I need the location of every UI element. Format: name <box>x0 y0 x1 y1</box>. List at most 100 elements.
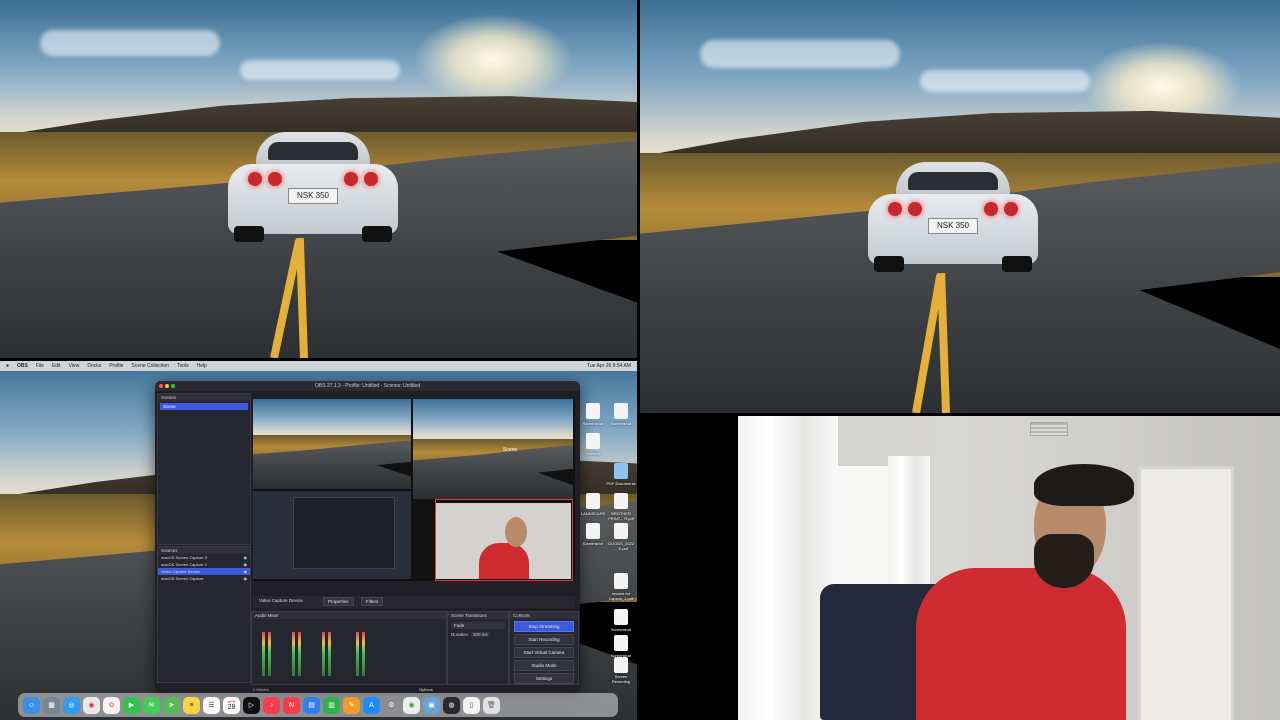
trash-icon[interactable]: 🗑 <box>483 696 500 714</box>
studio-mode-button[interactable]: Studio Mode <box>514 660 574 671</box>
menu-item-scene-collection[interactable]: Scene Collection <box>131 363 169 369</box>
chrome-icon[interactable]: ◉ <box>83 696 100 714</box>
desktop-icon-label: PDF Documents <box>606 481 636 486</box>
preview-source-2[interactable] <box>413 399 573 499</box>
desktop-icon-label: GOODS_2022 ... E.pdf <box>607 541 634 551</box>
scene-list-item[interactable]: Scene <box>160 403 248 410</box>
preview-source-3[interactable] <box>253 491 411 579</box>
file-icon[interactable] <box>586 493 600 509</box>
menu-item-view[interactable]: View <box>69 363 80 369</box>
source-item[interactable]: macOS Screen Capture 3 ◉ <box>158 554 250 561</box>
messages-icon[interactable]: ✉ <box>143 696 160 714</box>
appletv-icon[interactable]: ▷ <box>243 696 260 714</box>
audio-mixer-panel: Audio Mixer <box>251 611 447 685</box>
duration-input[interactable]: 300 ms <box>471 632 490 637</box>
minimize-button[interactable] <box>165 384 169 388</box>
scenes-header: Scenes <box>158 394 250 401</box>
folder-icon[interactable] <box>614 463 628 479</box>
settings-icon[interactable]: ⚙ <box>383 696 400 714</box>
person-hair <box>1034 464 1134 506</box>
audio-meter <box>292 632 295 676</box>
numbers-icon[interactable]: ▥ <box>323 696 340 714</box>
menu-item-help[interactable]: Help <box>197 363 207 369</box>
cloud <box>240 60 400 80</box>
eye-icon[interactable]: ◉ <box>244 576 248 581</box>
sources-panel: Sources macOS Screen Capture 3 ◉ macOS Sc… <box>157 546 251 683</box>
finder-icon[interactable]: ☺ <box>23 696 40 714</box>
preview-source-1[interactable] <box>253 399 411 489</box>
eye-icon[interactable]: ◉ <box>244 562 248 567</box>
settings-button[interactable]: Settings <box>514 673 574 684</box>
photos-icon[interactable]: ✿ <box>103 696 120 714</box>
audio-meter <box>362 632 365 676</box>
menu-item-edit[interactable]: Edit <box>52 363 61 369</box>
sources-header: Sources <box>158 547 250 554</box>
source-item[interactable]: macOS Screen Capture 2 ◉ <box>158 561 250 568</box>
calendar-day: 28 <box>227 704 236 711</box>
close-button[interactable] <box>159 384 163 388</box>
music-icon[interactable]: ♪ <box>263 696 280 714</box>
file-icon[interactable] <box>614 403 628 419</box>
air-vent <box>1030 422 1068 436</box>
file-icon[interactable] <box>586 433 600 449</box>
landscape-scene: NSK 350 <box>640 0 1280 413</box>
document-icon[interactable]: ▯ <box>463 696 480 714</box>
source-toolbar-device: Video Capture Device <box>259 598 303 603</box>
calendar-icon[interactable]: APR 28 <box>223 696 240 714</box>
obs-preview-canvas[interactable]: Scene <box>253 399 575 581</box>
file-icon[interactable] <box>614 635 628 651</box>
desktop-icon-label: Screen Recording <box>611 674 631 684</box>
source-label: macOS Screen Capture 3 <box>161 555 207 560</box>
source-label: macOS Screen Capture 2 <box>161 562 207 567</box>
apple-icon[interactable]: ● <box>6 363 9 369</box>
menu-item-file[interactable]: File <box>36 363 44 369</box>
menu-item-obs[interactable]: OBS <box>17 363 28 369</box>
video-quad-top-right: NSK 350 <box>640 0 1280 413</box>
transitions-header: Scene Transitions <box>448 612 508 619</box>
webcam-quad <box>738 416 1280 720</box>
notes-icon[interactable]: ≡ <box>183 696 200 714</box>
safari-icon[interactable]: ◎ <box>63 696 80 714</box>
stop-streaming-button[interactable]: Stop Streaming <box>514 621 574 632</box>
launchpad-icon[interactable]: ▦ <box>43 696 60 714</box>
start-recording-button[interactable]: Start Recording <box>514 634 574 645</box>
options-button[interactable]: Options <box>419 687 433 692</box>
source-label: Video Capture Device <box>161 569 200 574</box>
zoom-button[interactable] <box>171 384 175 388</box>
video-file-icon[interactable] <box>614 657 628 673</box>
preview-icon[interactable]: ▣ <box>423 696 440 714</box>
eye-icon[interactable]: ◉ <box>244 555 248 560</box>
license-plate: NSK 350 <box>928 218 978 234</box>
file-icon[interactable] <box>586 403 600 419</box>
pages-icon[interactable]: ✎ <box>343 696 360 714</box>
file-icon[interactable] <box>586 523 600 539</box>
keynote-icon[interactable]: ▤ <box>303 696 320 714</box>
reminders-icon[interactable]: ☰ <box>203 696 220 714</box>
pdf-icon[interactable] <box>614 523 628 539</box>
news-icon[interactable]: N <box>283 696 300 714</box>
sun <box>413 14 574 105</box>
menu-item-profile[interactable]: Profile <box>109 363 123 369</box>
appstore-icon[interactable]: A <box>363 696 380 714</box>
start-virtual-camera-button[interactable]: Start Virtual Camera <box>514 647 574 658</box>
filters-button[interactable]: Filters <box>361 597 384 606</box>
file-icon[interactable] <box>614 609 628 625</box>
maps-icon[interactable]: ➤ <box>163 696 180 714</box>
pdf-icon[interactable] <box>614 493 628 509</box>
chrome-icon[interactable]: ◉ <box>403 696 420 714</box>
door <box>1138 466 1234 720</box>
pdf-icon[interactable] <box>614 573 628 589</box>
facetime-icon[interactable]: ▶ <box>123 696 140 714</box>
properties-button[interactable]: Properties <box>323 597 354 606</box>
transition-select[interactable]: Fade <box>451 622 505 629</box>
macos-menubar: ● OBS File Edit View Docks Profile Scene… <box>0 361 637 371</box>
menu-item-docks[interactable]: Docks <box>87 363 101 369</box>
selection-box[interactable] <box>435 499 573 581</box>
menu-item-tools[interactable]: Tools <box>177 363 189 369</box>
source-item-selected[interactable]: Video Capture Device ◉ <box>158 568 250 575</box>
audio-meter <box>356 632 359 676</box>
source-item[interactable]: macOS Screen Capture ◉ <box>158 575 250 582</box>
obs-icon[interactable]: ◍ <box>443 696 460 714</box>
cloud <box>700 40 900 68</box>
eye-icon[interactable]: ◉ <box>244 569 248 574</box>
